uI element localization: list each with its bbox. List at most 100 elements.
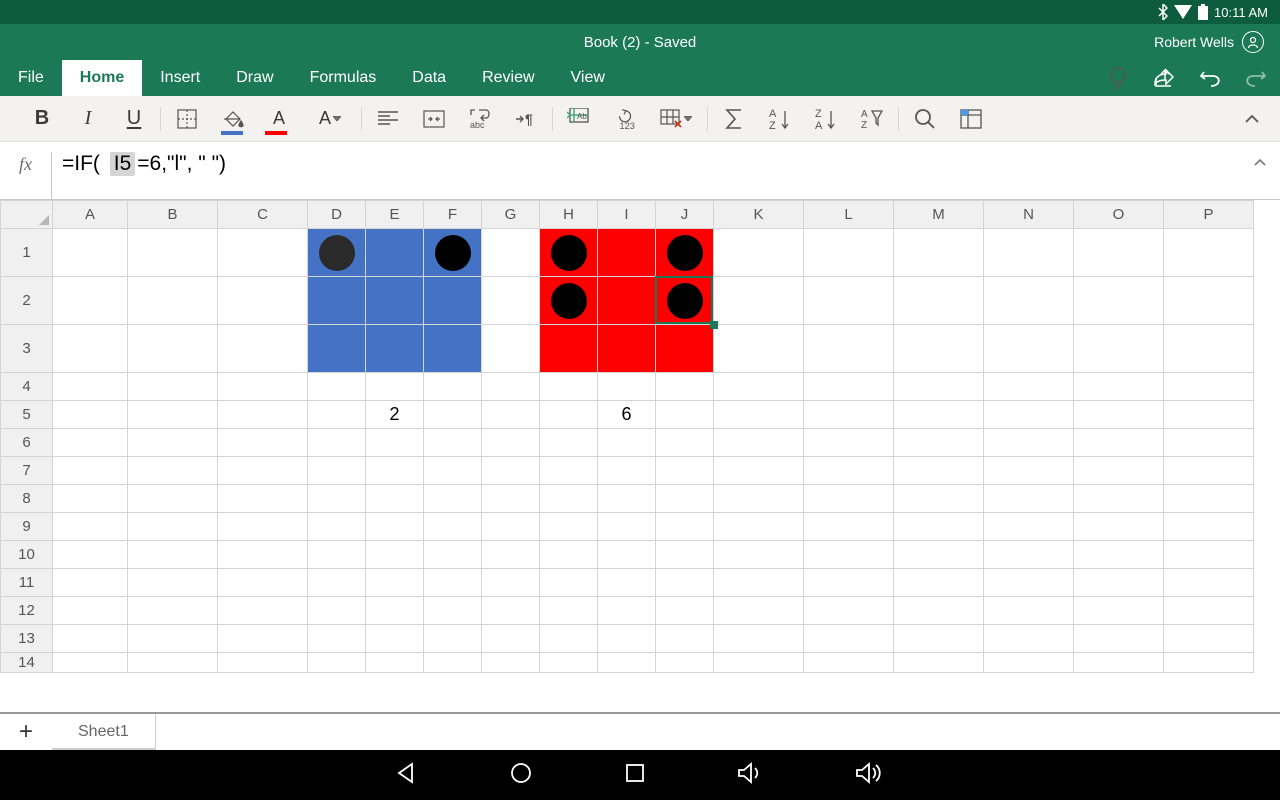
cell-L6[interactable] (804, 429, 894, 457)
cell-F7[interactable] (424, 457, 482, 485)
cell-H4[interactable] (540, 373, 598, 401)
cell-E7[interactable] (366, 457, 424, 485)
cell-A13[interactable] (53, 625, 128, 653)
cell-N2[interactable] (984, 277, 1074, 325)
cell-O4[interactable] (1074, 373, 1164, 401)
cell-B8[interactable] (128, 485, 218, 513)
cell-D8[interactable] (308, 485, 366, 513)
cell-M7[interactable] (894, 457, 984, 485)
cell-L14[interactable] (804, 653, 894, 673)
cell-I9[interactable] (598, 513, 656, 541)
cell-B1[interactable] (128, 229, 218, 277)
cell-K11[interactable] (714, 569, 804, 597)
cell-L9[interactable] (804, 513, 894, 541)
cell-O13[interactable] (1074, 625, 1164, 653)
cell-J10[interactable] (656, 541, 714, 569)
cell-O14[interactable] (1074, 653, 1164, 673)
cell-K10[interactable] (714, 541, 804, 569)
cell-O12[interactable] (1074, 597, 1164, 625)
row-header-10[interactable]: 10 (1, 541, 53, 569)
cell-E4[interactable] (366, 373, 424, 401)
cell-G8[interactable] (482, 485, 540, 513)
cell-N7[interactable] (984, 457, 1074, 485)
cell-H2[interactable] (540, 277, 598, 325)
cell-D14[interactable] (308, 653, 366, 673)
cell-D1[interactable] (308, 229, 366, 277)
cell-B9[interactable] (128, 513, 218, 541)
cell-P4[interactable] (1164, 373, 1254, 401)
cell-N4[interactable] (984, 373, 1074, 401)
cell-G3[interactable] (482, 325, 540, 373)
cell-O10[interactable] (1074, 541, 1164, 569)
col-header-F[interactable]: F (424, 201, 482, 229)
cell-D3[interactable] (308, 325, 366, 373)
cell-M11[interactable] (894, 569, 984, 597)
row-header-2[interactable]: 2 (1, 277, 53, 325)
share-icon[interactable] (1152, 66, 1176, 90)
cell-F11[interactable] (424, 569, 482, 597)
cell-G9[interactable] (482, 513, 540, 541)
cell-C5[interactable] (218, 401, 308, 429)
cell-G5[interactable] (482, 401, 540, 429)
cell-A12[interactable] (53, 597, 128, 625)
merge-center-button[interactable] (422, 107, 446, 131)
user-avatar-icon[interactable] (1242, 31, 1264, 53)
cell-O3[interactable] (1074, 325, 1164, 373)
cell-P1[interactable] (1164, 229, 1254, 277)
cell-N14[interactable] (984, 653, 1074, 673)
cell-E5[interactable]: 2 (366, 401, 424, 429)
cell-J3[interactable] (656, 325, 714, 373)
cell-I4[interactable] (598, 373, 656, 401)
cell-F6[interactable] (424, 429, 482, 457)
cell-J4[interactable] (656, 373, 714, 401)
col-header-C[interactable]: C (218, 201, 308, 229)
cell-O5[interactable] (1074, 401, 1164, 429)
cell-K5[interactable] (714, 401, 804, 429)
fill-color-button[interactable] (221, 107, 245, 131)
cell-J12[interactable] (656, 597, 714, 625)
cell-F14[interactable] (424, 653, 482, 673)
row-header-6[interactable]: 6 (1, 429, 53, 457)
lightbulb-icon[interactable] (1106, 66, 1130, 90)
col-header-B[interactable]: B (128, 201, 218, 229)
cell-N13[interactable] (984, 625, 1074, 653)
cell-G2[interactable] (482, 277, 540, 325)
cell-M10[interactable] (894, 541, 984, 569)
cell-B4[interactable] (128, 373, 218, 401)
cell-N12[interactable] (984, 597, 1074, 625)
cell-L4[interactable] (804, 373, 894, 401)
volume-down-button[interactable] (737, 762, 763, 789)
cell-N5[interactable] (984, 401, 1074, 429)
cell-A7[interactable] (53, 457, 128, 485)
row-header-1[interactable]: 1 (1, 229, 53, 277)
cell-B14[interactable] (128, 653, 218, 673)
col-header-P[interactable]: P (1164, 201, 1254, 229)
cell-C1[interactable] (218, 229, 308, 277)
cell-P9[interactable] (1164, 513, 1254, 541)
cell-E9[interactable] (366, 513, 424, 541)
cell-K7[interactable] (714, 457, 804, 485)
cell-F13[interactable] (424, 625, 482, 653)
font-dropdown-button[interactable]: A (313, 107, 347, 131)
cell-D12[interactable] (308, 597, 366, 625)
cell-J1[interactable] (656, 229, 714, 277)
cell-H3[interactable] (540, 325, 598, 373)
cell-L8[interactable] (804, 485, 894, 513)
cell-B11[interactable] (128, 569, 218, 597)
cell-N6[interactable] (984, 429, 1074, 457)
tab-formulas[interactable]: Formulas (292, 60, 395, 96)
wrap-text-button[interactable]: abc (468, 107, 492, 131)
add-sheet-button[interactable]: + (0, 718, 52, 746)
cell-P14[interactable] (1164, 653, 1254, 673)
cell-I2[interactable] (598, 277, 656, 325)
cell-O9[interactable] (1074, 513, 1164, 541)
cell-C10[interactable] (218, 541, 308, 569)
col-header-K[interactable]: K (714, 201, 804, 229)
cell-K4[interactable] (714, 373, 804, 401)
cell-J11[interactable] (656, 569, 714, 597)
borders-button[interactable] (175, 107, 199, 131)
cell-N1[interactable] (984, 229, 1074, 277)
col-header-J[interactable]: J (656, 201, 714, 229)
cell-F10[interactable] (424, 541, 482, 569)
row-header-12[interactable]: 12 (1, 597, 53, 625)
